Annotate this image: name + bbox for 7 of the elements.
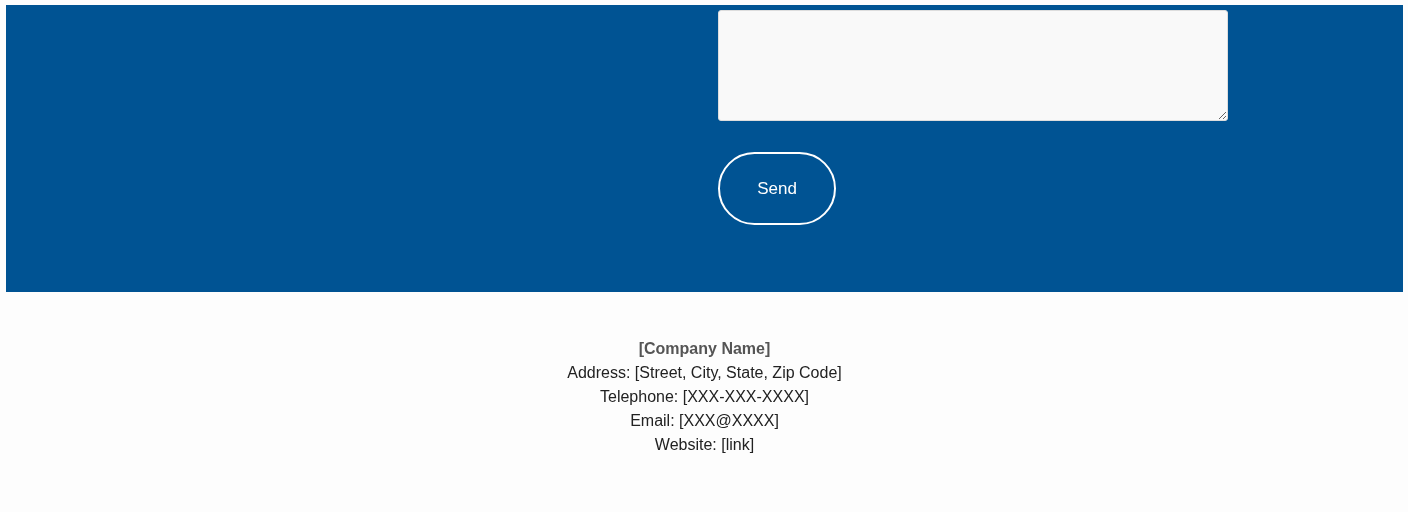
contact-line: Website: [link]: [654, 435, 755, 455]
message-field[interactable]: [718, 10, 1228, 121]
contact-line: Address: [Street, City, State, Zip Code]: [567, 363, 842, 383]
company-name: [Company Name]: [638, 339, 771, 359]
contact-line: Telephone: [XXX-XXX-XXXX]: [600, 387, 809, 407]
contact-line: Email: [XXX@XXXX]: [630, 411, 779, 431]
send-button[interactable]: Send: [718, 152, 836, 225]
